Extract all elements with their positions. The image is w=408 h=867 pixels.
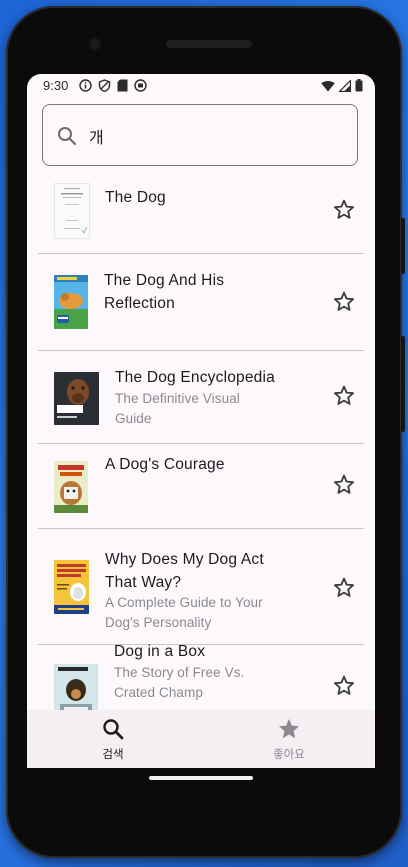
star-outline-icon[interactable] bbox=[332, 674, 356, 698]
book-cover-image bbox=[54, 664, 98, 710]
search-input[interactable]: 개 bbox=[42, 104, 358, 166]
nav-tab-search[interactable]: 검색 bbox=[73, 718, 153, 762]
book-title-line: That Way? bbox=[105, 574, 182, 591]
book-list-item[interactable]: A Dog's Courage bbox=[38, 444, 364, 528]
book-cover-image bbox=[54, 275, 88, 329]
book-title-line: Reflection bbox=[104, 295, 175, 312]
app-screen: 9:30 개 The Dog The Dog And His Reflectio… bbox=[27, 74, 375, 768]
book-subtitle-line: Dog's Personality bbox=[105, 615, 212, 630]
nav-tab-favorites[interactable]: 좋아요 bbox=[249, 718, 329, 762]
book-list-item[interactable]: The Dog Encyclopedia The Definitive Visu… bbox=[38, 351, 364, 443]
book-title-line: The Dog And His bbox=[104, 272, 225, 289]
book-title: Why Does My Dog Act That Way? bbox=[105, 548, 264, 594]
book-list-item[interactable]: The Dog bbox=[38, 180, 364, 252]
battery-icon bbox=[355, 79, 363, 92]
status-time: 9:30 bbox=[43, 78, 69, 93]
earpiece-speaker bbox=[166, 40, 252, 48]
star-outline-icon[interactable] bbox=[332, 290, 356, 314]
volume-button bbox=[401, 218, 405, 274]
book-cover-image bbox=[54, 461, 88, 513]
book-cover-image bbox=[54, 560, 89, 614]
book-subtitle-line: Crated Champ bbox=[114, 685, 203, 700]
book-cover-image bbox=[54, 372, 99, 425]
book-subtitle: The Definitive Visual Guide bbox=[115, 389, 240, 429]
book-results-list[interactable]: The Dog The Dog And His Reflection The D… bbox=[27, 180, 375, 710]
sd-card-icon bbox=[117, 79, 128, 92]
book-list-item[interactable]: Dog in a Box The Story of Free Vs. Crate… bbox=[38, 643, 364, 710]
star-outline-icon[interactable] bbox=[332, 384, 356, 408]
book-list-item[interactable]: Why Does My Dog Act That Way? A Complete… bbox=[38, 529, 364, 645]
book-title-line: The Dog Encyclopedia bbox=[115, 369, 275, 386]
book-title-line: Why Does My Dog Act bbox=[105, 551, 264, 568]
book-subtitle-line: The Story of Free Vs. bbox=[114, 665, 245, 680]
star-outline-icon[interactable] bbox=[332, 473, 356, 497]
notification-icons bbox=[79, 79, 147, 92]
book-title-line: Dog in a Box bbox=[114, 643, 206, 660]
star-filled-icon bbox=[279, 719, 299, 739]
book-cover-image bbox=[54, 183, 90, 239]
search-query-text: 개 bbox=[89, 128, 104, 147]
app-notification-icon bbox=[134, 79, 147, 92]
star-outline-icon[interactable] bbox=[332, 198, 356, 222]
search-icon bbox=[103, 719, 124, 740]
book-title-line: A Dog's Courage bbox=[105, 456, 225, 473]
book-subtitle-line: The Definitive Visual bbox=[115, 391, 240, 406]
search-icon bbox=[58, 127, 77, 146]
book-title: The Dog Encyclopedia bbox=[115, 366, 275, 389]
book-title: The Dog And His Reflection bbox=[104, 269, 224, 315]
book-subtitle-line: A Complete Guide to Your bbox=[105, 595, 263, 610]
bottom-navigation-bar: 검색 좋아요 bbox=[27, 710, 375, 768]
shield-icon bbox=[98, 79, 111, 92]
status-bar: 9:30 bbox=[27, 74, 375, 98]
book-subtitle: A Complete Guide to Your Dog's Personali… bbox=[105, 593, 263, 633]
power-button bbox=[401, 336, 405, 432]
info-icon bbox=[79, 79, 92, 92]
book-subtitle-line: Guide bbox=[115, 411, 152, 426]
book-title-line: The Dog bbox=[105, 189, 166, 206]
nav-label-search: 검색 bbox=[102, 747, 124, 761]
book-title: Dog in a Box bbox=[114, 640, 205, 663]
front-camera bbox=[90, 39, 100, 49]
book-title: The Dog bbox=[105, 186, 166, 209]
system-icons bbox=[321, 79, 363, 92]
star-outline-icon[interactable] bbox=[332, 576, 356, 600]
nav-label-favorites: 좋아요 bbox=[273, 747, 305, 761]
cellular-signal-icon bbox=[339, 79, 351, 92]
book-subtitle: The Story of Free Vs. Crated Champ bbox=[114, 663, 244, 703]
book-title: A Dog's Courage bbox=[105, 453, 225, 476]
home-indicator[interactable] bbox=[149, 776, 253, 780]
book-list-item[interactable]: The Dog And His Reflection bbox=[38, 254, 364, 350]
wifi-icon bbox=[321, 80, 335, 91]
